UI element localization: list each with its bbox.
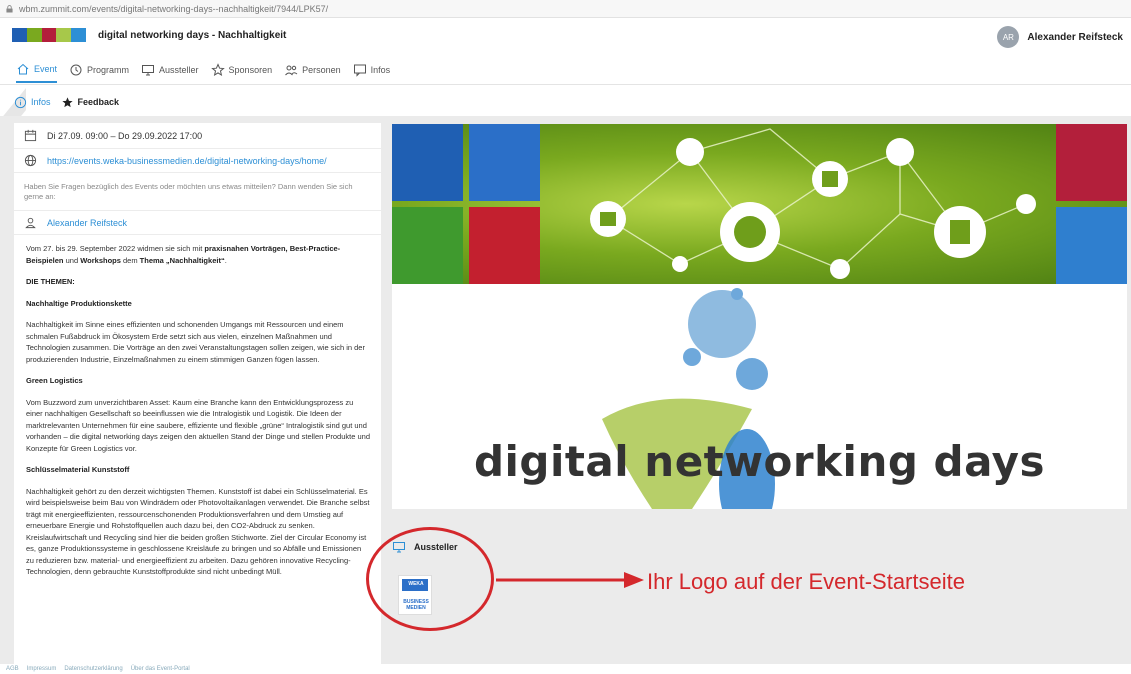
star-icon <box>210 62 225 76</box>
home-icon <box>17 63 29 74</box>
intro-paragraph: Vom 27. bis 29. September 2022 widmen si… <box>26 244 341 265</box>
sub-navigation: Infos Feedback <box>0 90 1131 114</box>
subtab-feedback[interactable]: Feedback <box>61 96 120 109</box>
subtab-label: Infos <box>31 97 51 107</box>
booth-icon <box>142 64 155 75</box>
footer-link[interactable]: AGB <box>6 666 19 672</box>
section-heading: Schlüsselmaterial Kunststoff <box>26 465 130 474</box>
comment-icon <box>353 64 366 77</box>
tab-infos[interactable]: Infos <box>353 57 391 83</box>
globe-icon <box>24 154 37 167</box>
url-text: wbm.zummit.com/events/digital-networking… <box>19 3 329 14</box>
highlight-circle <box>366 527 494 631</box>
banner-wordmark: digital networking days <box>473 437 1046 486</box>
main-navigation: Event Programm Aussteller Sponsoren Pers… <box>0 55 1131 85</box>
clock-icon <box>70 64 82 75</box>
user-menu[interactable]: AR Alexander Reifsteck <box>997 26 1123 48</box>
contact-hint: Haben Sie Fragen bezüglich des Events od… <box>14 173 381 211</box>
event-banner-image: digital networking days <box>392 124 1127 509</box>
tab-label: Event <box>34 63 58 74</box>
event-description: Vom 27. bis 29. September 2022 widmen si… <box>14 235 381 578</box>
footer-links: AGB Impressum Datenschutzerklärung Über … <box>0 664 1131 674</box>
callout-text: Ihr Logo auf der Event-Startseite <box>647 569 965 594</box>
tab-personen[interactable]: Personen <box>284 57 341 83</box>
contact-person-row[interactable]: Alexander Reifsteck <box>14 211 381 235</box>
contact-person[interactable]: Alexander Reifsteck <box>47 218 127 228</box>
event-logo[interactable] <box>12 28 86 42</box>
app-header: digital networking days - Nachhaltigkeit… <box>0 22 1131 52</box>
footer-link[interactable]: Datenschutzerklärung <box>64 666 122 672</box>
subtab-infos[interactable]: Infos <box>14 96 51 109</box>
event-date: Di 27.09. 09:00 – Do 29.09.2022 17:00 <box>47 130 203 141</box>
tab-event[interactable]: Event <box>16 57 58 83</box>
tab-programm[interactable]: Programm <box>69 57 129 83</box>
footer-link[interactable]: Über das Event-Portal <box>131 666 190 672</box>
callout-arrow <box>496 572 644 588</box>
tab-sponsoren[interactable]: Sponsoren <box>210 57 273 83</box>
themes-heading: DIE THEMEN: <box>26 277 75 286</box>
footer-link[interactable]: Impressum <box>27 666 57 672</box>
lock-icon <box>6 4 13 12</box>
section-text: Nachhaltigkeit gehört zu den derzeit wic… <box>26 486 370 577</box>
screenshot-root: { "browser": { "url": "wbm.zummit.com/ev… <box>0 0 1131 674</box>
info-icon <box>14 96 27 108</box>
subtab-label: Feedback <box>77 97 120 107</box>
tab-aussteller[interactable]: Aussteller <box>141 57 199 83</box>
people-icon <box>285 65 298 75</box>
event-date-row: Di 27.09. 09:00 – Do 29.09.2022 17:00 <box>14 123 381 149</box>
event-website-row[interactable]: https://events.weka-businessmedien.de/di… <box>14 149 381 173</box>
calendar-icon <box>24 129 37 142</box>
tab-label: Personen <box>302 64 341 75</box>
browser-address-bar[interactable]: wbm.zummit.com/events/digital-networking… <box>0 0 1131 18</box>
section-heading: Nachhaltige Produktionskette <box>26 298 132 308</box>
tab-label: Aussteller <box>159 64 199 75</box>
section-text: Vom Buzzword zum unverzichtbaren Asset: … <box>26 397 370 453</box>
avatar: AR <box>997 26 1020 48</box>
user-name: Alexander Reifsteck <box>1027 31 1123 43</box>
tab-label: Programm <box>87 64 130 75</box>
feedback-star-icon <box>61 96 73 107</box>
section-heading: Green Logistics <box>26 376 83 385</box>
tab-label: Infos <box>370 64 391 75</box>
event-title: digital networking days - Nachhaltigkeit <box>98 30 287 41</box>
info-panel: Di 27.09. 09:00 – Do 29.09.2022 17:00 ht… <box>14 123 381 664</box>
section-text: Nachhaltigkeit im Sinne eines effiziente… <box>26 320 365 364</box>
tab-label: Sponsoren <box>228 64 273 75</box>
event-website-link[interactable]: https://events.weka-businessmedien.de/di… <box>47 156 327 166</box>
person-icon <box>25 217 36 229</box>
